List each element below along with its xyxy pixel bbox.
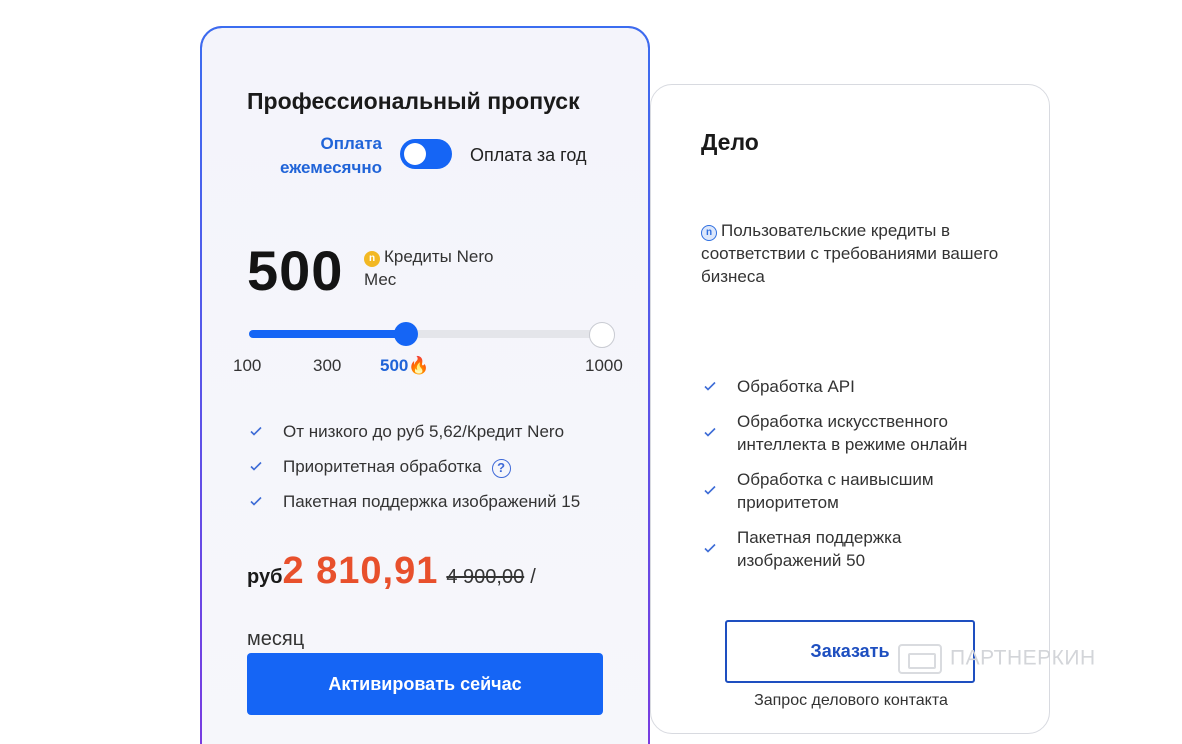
business-plan-title: Дело [701,129,759,155]
credits-slider-track[interactable] [249,330,615,338]
pro-plan-card: Профессиональный пропуск Оплата ежемесяч… [200,26,650,744]
business-feature-text: Пакетная поддержка изображений 50 [737,528,902,570]
activate-now-button[interactable]: Активировать сейчас [247,653,603,715]
check-icon [704,485,716,495]
business-contact-link[interactable]: Запрос делового контакта [651,692,1051,710]
watermark: ПАРТНЕРКИН [898,644,1096,674]
business-feature-item: Обработка с наивысшим приоритетом [701,468,1001,514]
business-feature-item: Обработка API [701,375,1001,398]
credits-slider-thumb[interactable] [394,322,419,346]
price-period: месяц [247,628,305,650]
nero-coin-icon: n [364,251,380,267]
credits-slider-end-handle[interactable] [589,322,615,348]
price-slash: / [530,566,536,588]
business-feature-text: Обработка искусственного интеллекта в ре… [737,412,968,454]
check-icon [250,461,262,471]
slider-tick-100[interactable]: 100 [233,356,261,376]
business-feature-item: Пакетная поддержка изображений 50 [701,526,1001,572]
credits-label-row: n Кредиты Nero [364,247,493,267]
slider-tick-1000[interactable]: 1000 [585,356,623,376]
check-icon [704,427,716,437]
pro-feature-text: Пакетная поддержка изображений 15 [283,492,581,511]
pro-feature-item: От низкого до руб 5,62/Кредит Nero [247,420,607,443]
billing-toggle[interactable] [400,139,452,169]
help-icon[interactable]: ? [491,459,511,478]
credits-period: Мес [364,270,397,289]
pro-plan-title: Профессиональный пропуск [247,88,580,114]
watermark-text: ПАРТНЕРКИН [950,646,1096,670]
business-plan-card: Дело n Пользовательские кредиты в соответ… [650,84,1050,734]
business-description-text: Пользовательские кредиты в соответствии … [701,221,999,286]
credits-label: Кредиты Nero [384,247,494,266]
check-icon [704,543,716,553]
credits-slider-fill [249,330,407,338]
business-feature-item: Обработка искусственного интеллекта в ре… [701,410,1001,456]
slider-tick-500[interactable]: 500🔥 [380,356,430,376]
business-feature-text: Обработка API [737,377,855,396]
check-icon [250,426,262,436]
pro-feature-item: Пакетная поддержка изображений 15 [247,490,607,513]
billing-yearly-label[interactable]: Оплата за год [470,145,586,166]
toggle-knob [404,143,426,165]
price-old: 4 900,00 [446,566,525,588]
check-icon [250,496,262,506]
billing-monthly-label[interactable]: Оплата ежемесячно [242,132,382,180]
slider-tick-300[interactable]: 300 [313,356,341,376]
business-description: n Пользовательские кредиты в соответствии… [701,219,1001,288]
pro-feature-text: Приоритетная обработка [283,457,482,476]
check-icon [704,381,716,391]
watermark-logo-icon [898,644,942,674]
pro-feature-text: От низкого до руб 5,62/Кредит Nero [283,422,565,441]
price-row: руб2 810,91 4 900,00/ [247,550,627,593]
pro-feature-item: Приоритетная обработка? [247,455,607,478]
credits-amount: 500 [247,239,344,302]
slider-tick-500-label: 500 [380,356,409,375]
pro-feature-list: От низкого до руб 5,62/Кредит Nero Приор… [247,420,607,525]
business-feature-text: Обработка с наивысшим приоритетом [737,470,934,512]
price-current: 2 810,91 [282,550,439,592]
business-feature-list: Обработка API Обработка искусственного и… [701,375,1001,584]
price-currency: руб [247,566,283,588]
nero-credit-icon: n [701,225,717,241]
fire-icon: 🔥 [408,356,430,375]
